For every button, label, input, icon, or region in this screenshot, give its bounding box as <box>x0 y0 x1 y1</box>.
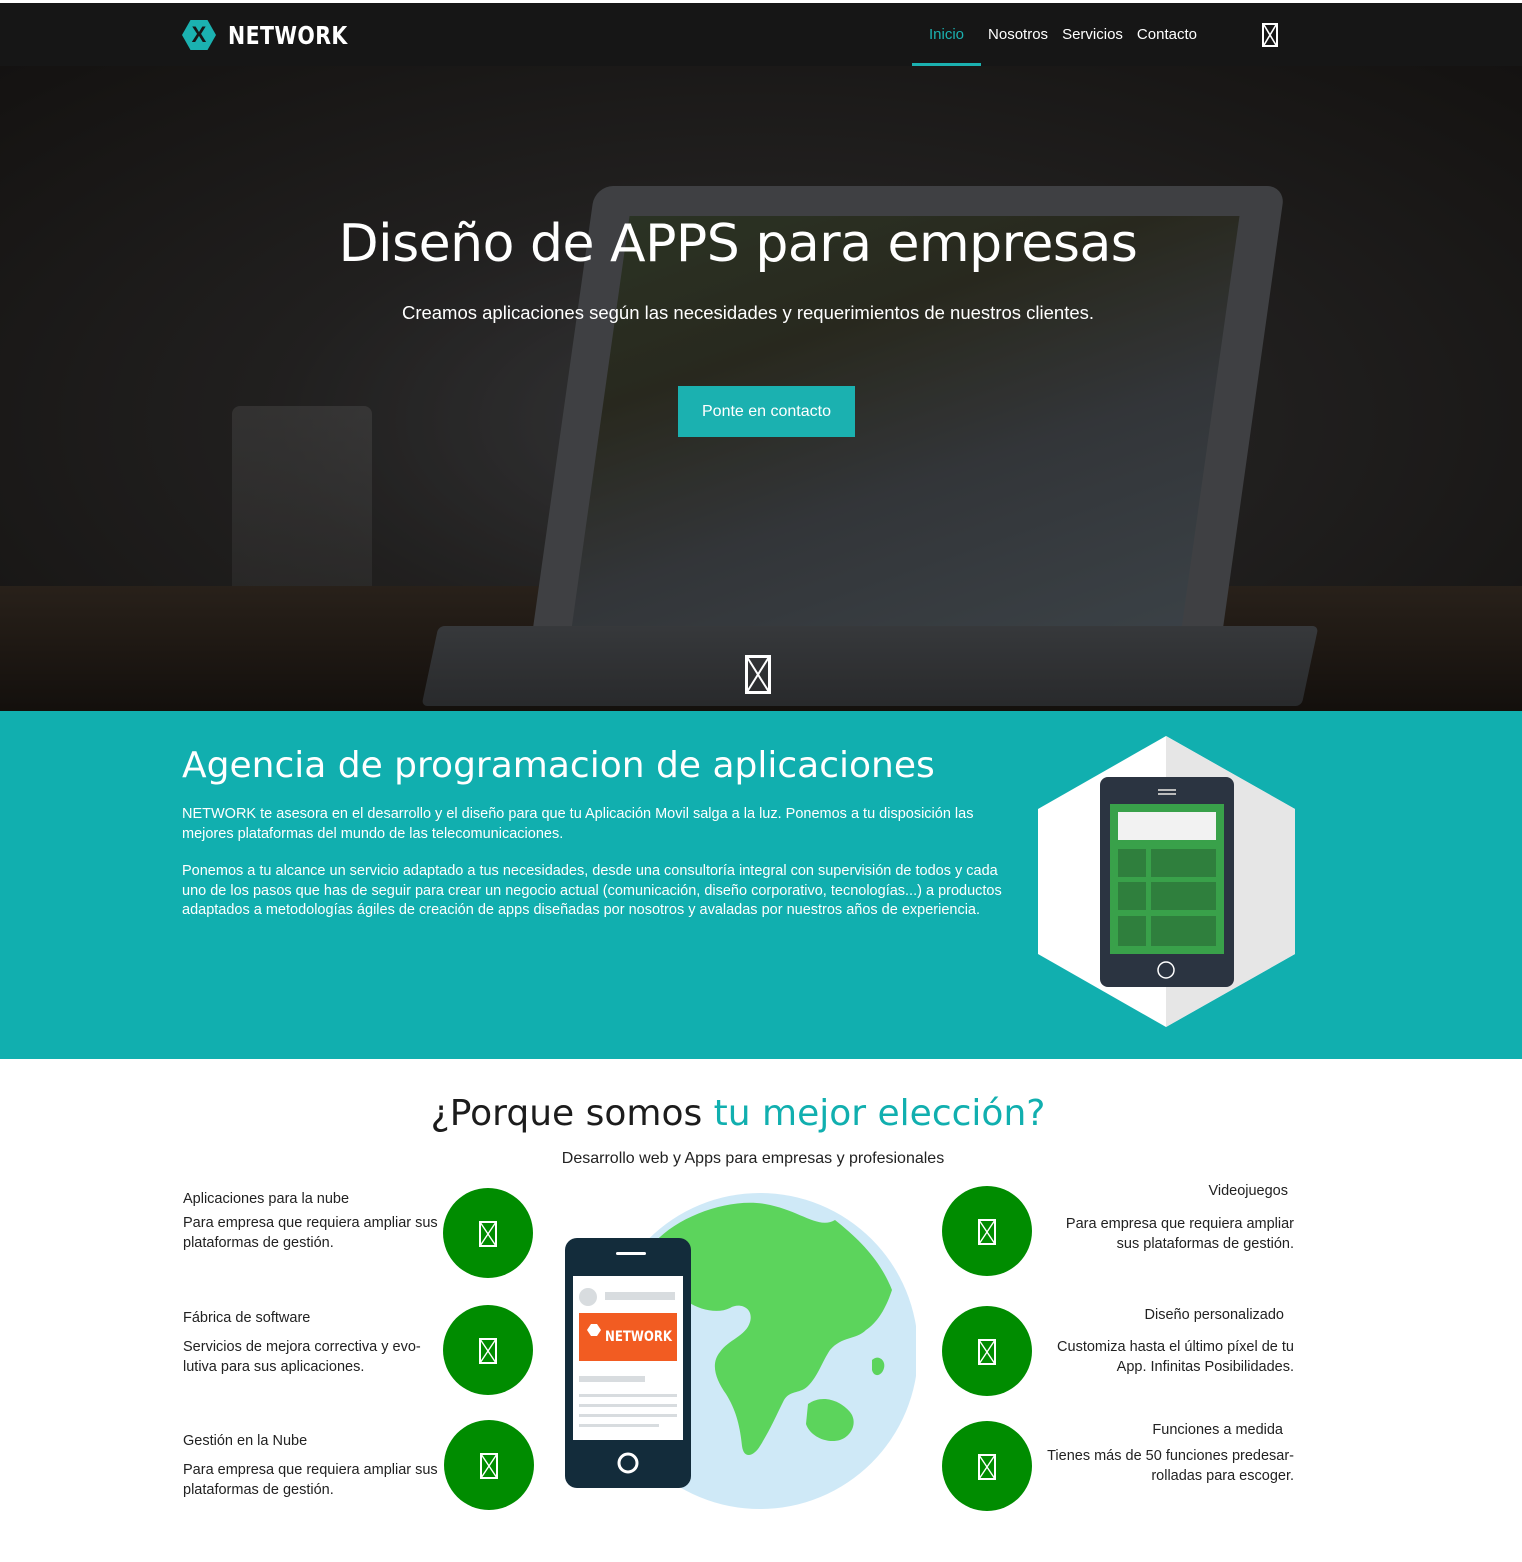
top-navbar: X NETWORK Inicio Nosotros Servicios Cont… <box>0 0 1522 66</box>
nav-item-nosotros[interactable]: Nosotros <box>981 3 1055 66</box>
feature-desc-aplicaciones-nube: Para empresa que requiera ampliar sus pl… <box>183 1215 438 1251</box>
why-title-main: ¿Porque somos <box>430 1093 714 1134</box>
broken-image-icon <box>479 1338 497 1364</box>
logo-mark: X <box>182 20 216 50</box>
logo-text: NETWORK <box>228 20 348 50</box>
feature-circle-aplicaciones-nube <box>443 1188 533 1278</box>
hero-title: Diseño de APPS para empresas <box>338 214 1138 274</box>
why-title: ¿Porque somos tu mejor elección? <box>0 1093 1476 1134</box>
agency-title: Agencia de programacion de aplicaciones <box>182 745 935 786</box>
nav-item-inicio[interactable]: Inicio <box>912 3 982 66</box>
broken-image-icon <box>479 1221 497 1247</box>
agency-section: Agencia de programacion de aplicaciones … <box>0 711 1522 1059</box>
broken-image-icon <box>978 1219 996 1245</box>
feature-desc-diseno-personalizado: Customiza hasta el último píxel de tu Ap… <box>1057 1339 1294 1375</box>
feature-title-funciones-medida: Funciones a medida <box>1152 1422 1283 1438</box>
broken-image-icon <box>978 1339 996 1365</box>
feature-title-aplicaciones-nube: Aplicaciones para la nube <box>183 1191 350 1207</box>
feature-title-fabrica-software: Fábrica de software <box>183 1310 311 1326</box>
feature-desc-videojuegos: Para empresa que requiera ampliar sus pl… <box>1065 1216 1294 1252</box>
menu-broken-image-icon[interactable] <box>1262 23 1278 47</box>
feature-title-diseno-personalizado: Diseño personalizado <box>1144 1307 1284 1323</box>
feature-circle-gestion-nube <box>444 1420 534 1510</box>
feature-circle-videojuegos <box>942 1186 1032 1276</box>
logo[interactable]: X NETWORK <box>182 17 374 53</box>
main-nav: Inicio Nosotros Servicios Contacto <box>912 3 1204 66</box>
broken-image-icon <box>480 1453 498 1479</box>
hero-section: Diseño de APPS para empresas Creamos apl… <box>0 66 1522 711</box>
feature-circle-funciones-medida <box>942 1421 1032 1511</box>
phone-logo-text: NETWORK <box>605 1329 673 1345</box>
why-title-accent: tu mejor elección? <box>713 1093 1046 1134</box>
contact-cta-button[interactable]: Ponte en contacto <box>678 386 855 437</box>
why-subtitle: Desarrollo web y Apps para empresas y pr… <box>561 1150 945 1167</box>
feature-desc-fabrica-software: Servicios de mejora correctiva y evo-lut… <box>183 1339 421 1375</box>
feature-title-videojuegos: Videojuegos <box>1208 1183 1288 1199</box>
broken-image-icon <box>978 1454 996 1480</box>
agency-paragraph-1: NETWORK te asesora en el desarrollo y el… <box>182 806 974 842</box>
nav-item-contacto[interactable]: Contacto <box>1130 3 1204 66</box>
mobile-app-hex-illustration <box>1038 736 1295 1027</box>
nav-item-servicios[interactable]: Servicios <box>1055 3 1130 66</box>
feature-title-gestion-nube: Gestión en la Nube <box>183 1433 308 1449</box>
feature-desc-funciones-medida: Tienes más de 50 funciones predesar-roll… <box>1047 1448 1294 1484</box>
feature-circle-diseno-personalizado <box>942 1306 1032 1396</box>
feature-desc-gestion-nube: Para empresa que requiera ampliar sus pl… <box>183 1462 438 1498</box>
feature-circle-fabrica-software <box>443 1305 533 1395</box>
agency-paragraph-2: Ponemos a tu alcance un servicio adaptad… <box>182 863 1002 918</box>
hero-subtitle: Creamos aplicaciones según las necesidad… <box>401 302 1095 323</box>
scroll-down-broken-image-icon[interactable] <box>745 655 771 694</box>
phone-globe-illustration: NETWORK <box>560 1190 918 1512</box>
